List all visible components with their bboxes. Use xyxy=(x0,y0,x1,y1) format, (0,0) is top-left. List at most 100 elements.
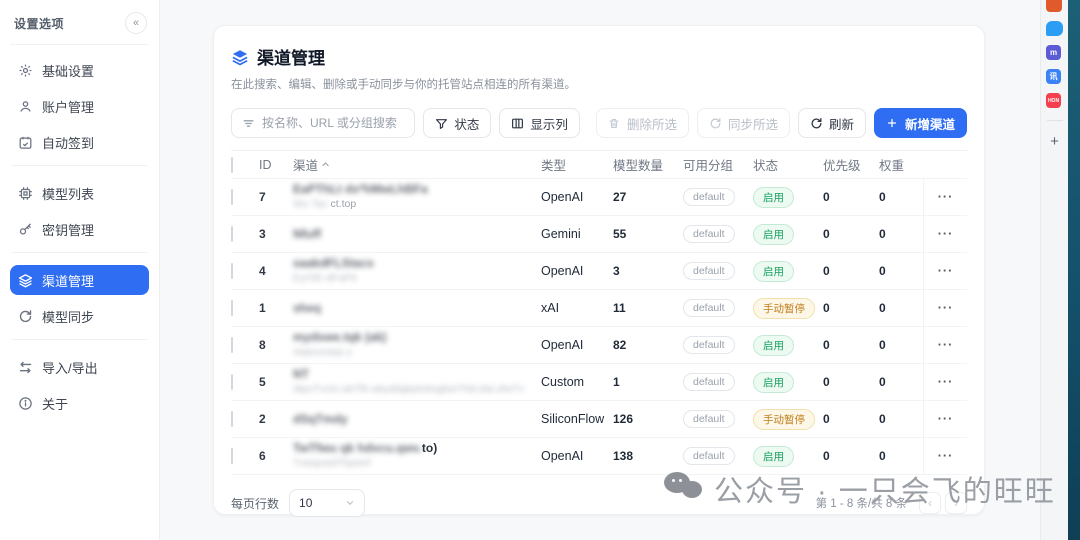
channel-priority: 0 xyxy=(823,449,879,463)
channel-type: OpenAI xyxy=(541,449,613,463)
channel-type: Custom xyxy=(541,375,613,389)
sidebar-item-import-export[interactable]: 导入/导出 xyxy=(10,352,149,382)
channel-name-cell[interactable]: mydswe.tqk (ak)stqwvzwqs.s xyxy=(293,330,541,360)
sidebar-item-about[interactable]: 关于 xyxy=(10,388,149,418)
red-app-icon[interactable]: HON xyxy=(1046,93,1061,108)
channel-status: 启用 xyxy=(753,335,823,356)
sidebar-title: 设置选项 xyxy=(14,15,64,32)
refresh-button[interactable]: 刷新 xyxy=(798,108,866,138)
table-toolbar: 状态 显示列 删除所选 同步所选 刷新 新增渠道 xyxy=(231,108,967,138)
sidebar-item-key-management[interactable]: 密钥管理 xyxy=(10,214,149,244)
channel-name-cell[interactable]: sheq xyxy=(293,301,541,316)
channel-search[interactable] xyxy=(231,108,415,138)
channel-type: xAI xyxy=(541,301,613,315)
row-checkbox[interactable] xyxy=(231,337,233,353)
chat-app-icon[interactable] xyxy=(1046,21,1063,36)
row-checkbox[interactable] xyxy=(231,300,233,316)
channel-priority: 0 xyxy=(823,227,879,241)
select-all-checkbox[interactable] xyxy=(231,157,233,173)
sidebar-collapse-button[interactable]: « xyxy=(125,12,147,34)
refresh-icon xyxy=(810,117,823,130)
channel-name: EaPThLt ds*hMwLhBFa xyxy=(293,182,541,197)
rows-per-page-select[interactable]: 10 xyxy=(289,489,365,517)
channel-weight: 0 xyxy=(879,375,923,389)
col-weight: 权重 xyxy=(879,155,923,174)
channel-name-cell[interactable]: NTdtpuTvctn.abTfk.wkyddgkptvbsgbwTNd.dat… xyxy=(293,367,541,397)
table-row: 5NTdtpuTvctn.abTfk.wkyddgkptvbsgbwTNd.da… xyxy=(231,364,967,401)
channel-name-cell[interactable]: saakdFLStacsEyrSE-dFaFtt xyxy=(293,256,541,286)
browser-sidebar-strip: m讯 HON + xyxy=(1040,0,1068,540)
filter-lines-icon xyxy=(242,117,255,130)
sidebar-item-label: 渠道管理 xyxy=(42,271,94,290)
row-actions-button[interactable]: ··· xyxy=(923,179,967,215)
channel-group: default xyxy=(683,299,753,317)
channel-name: TwTfwu qk hdvcu.qwv.to) xyxy=(293,441,541,456)
sidebar-item-model-sync[interactable]: 模型同步 xyxy=(10,301,149,331)
channel-name-cell[interactable]: dSqTmdy xyxy=(293,412,541,427)
row-checkbox[interactable] xyxy=(231,448,233,464)
trash-icon xyxy=(608,117,621,130)
row-actions-button[interactable]: ··· xyxy=(923,401,967,437)
status-filter-button[interactable]: 状态 xyxy=(423,108,491,138)
sidebar-item-account[interactable]: 账户管理 xyxy=(10,91,149,121)
layers-icon xyxy=(18,273,33,288)
m-app-icon[interactable]: m xyxy=(1046,45,1061,60)
search-input[interactable] xyxy=(262,116,404,130)
sidebar-item-label: 模型列表 xyxy=(42,184,94,203)
channel-model-count: 1 xyxy=(613,375,683,389)
row-actions-button[interactable]: ··· xyxy=(923,327,967,363)
row-actions-button[interactable]: ··· xyxy=(923,216,967,252)
table-row: 3NfuffGemini55default启用00··· xyxy=(231,216,967,253)
user-icon xyxy=(18,99,33,114)
channel-id: 2 xyxy=(259,412,293,426)
delete-selected-button[interactable]: 删除所选 xyxy=(596,108,689,138)
row-actions-button[interactable]: ··· xyxy=(923,364,967,400)
rows-per-page-label: 每页行数 xyxy=(231,495,279,512)
row-checkbox[interactable] xyxy=(231,226,233,242)
channel-id: 6 xyxy=(259,449,293,463)
channel-group: default xyxy=(683,188,753,206)
row-checkbox[interactable] xyxy=(231,189,233,205)
sidebar-item-auto-checkin[interactable]: 自动签到 xyxy=(10,127,149,157)
channel-status: 启用 xyxy=(753,446,823,467)
channel-name-cell[interactable]: EaPThLt ds*hMwLhBFaWu Tav ct.top xyxy=(293,182,541,212)
sync-selected-button[interactable]: 同步所选 xyxy=(697,108,790,138)
table-row: 7EaPThLt ds*hMwLhBFaWu Tav ct.topOpenAI2… xyxy=(231,179,967,216)
sidebar-item-model-list[interactable]: 模型列表 xyxy=(10,178,149,208)
row-checkbox[interactable] xyxy=(231,411,233,427)
channel-group: default xyxy=(683,336,753,354)
channel-status: 启用 xyxy=(753,261,823,282)
columns-button[interactable]: 显示列 xyxy=(499,108,580,138)
channel-name-cell[interactable]: TwTfwu qk hdvcu.qwv.to)TvwquwdTkpwvf xyxy=(293,441,541,471)
row-actions-button[interactable]: ··· xyxy=(923,290,967,326)
add-channel-button[interactable]: 新增渠道 xyxy=(874,108,967,138)
channel-weight: 0 xyxy=(879,449,923,463)
col-channel[interactable]: 渠道 xyxy=(293,155,541,174)
channel-name-cell[interactable]: Nfuff xyxy=(293,227,541,242)
xun-app-icon[interactable]: 讯 xyxy=(1046,69,1061,84)
desktop-edge xyxy=(1068,0,1080,540)
next-page-button[interactable]: › xyxy=(945,492,967,514)
row-actions-button[interactable]: ··· xyxy=(923,438,967,474)
table-row: 8mydswe.tqk (ak)stqwvzwqs.sOpenAI82defau… xyxy=(231,327,967,364)
columns-icon xyxy=(511,117,524,130)
channel-url: EyrSE-dFaFtt xyxy=(293,272,541,286)
prev-page-button[interactable]: ‹ xyxy=(919,492,941,514)
channel-type: OpenAI xyxy=(541,338,613,352)
sidebar-item-channel-management[interactable]: 渠道管理 xyxy=(10,265,149,295)
channel-priority: 0 xyxy=(823,375,879,389)
strip-add-button[interactable]: + xyxy=(1050,133,1059,150)
main-area: 渠道管理 在此搜索、编辑、删除或手动同步与你的托管站点相连的所有渠道。 状态 显… xyxy=(160,0,1040,540)
sidebar-item-basic-settings[interactable]: 基础设置 xyxy=(10,55,149,85)
col-priority: 优先级 xyxy=(823,155,879,174)
table-row: 1sheqxAI11default手动暂停00··· xyxy=(231,290,967,327)
gear-icon xyxy=(18,63,33,78)
funnel-icon xyxy=(435,117,448,130)
channel-model-count: 27 xyxy=(613,190,683,204)
row-actions-button[interactable]: ··· xyxy=(923,253,967,289)
pagination-range: 第 1 - 8 条/共 8 条 xyxy=(816,495,907,511)
orange-app-icon[interactable] xyxy=(1046,0,1062,12)
row-checkbox[interactable] xyxy=(231,374,233,390)
col-group: 可用分组 xyxy=(683,155,753,174)
row-checkbox[interactable] xyxy=(231,263,233,279)
